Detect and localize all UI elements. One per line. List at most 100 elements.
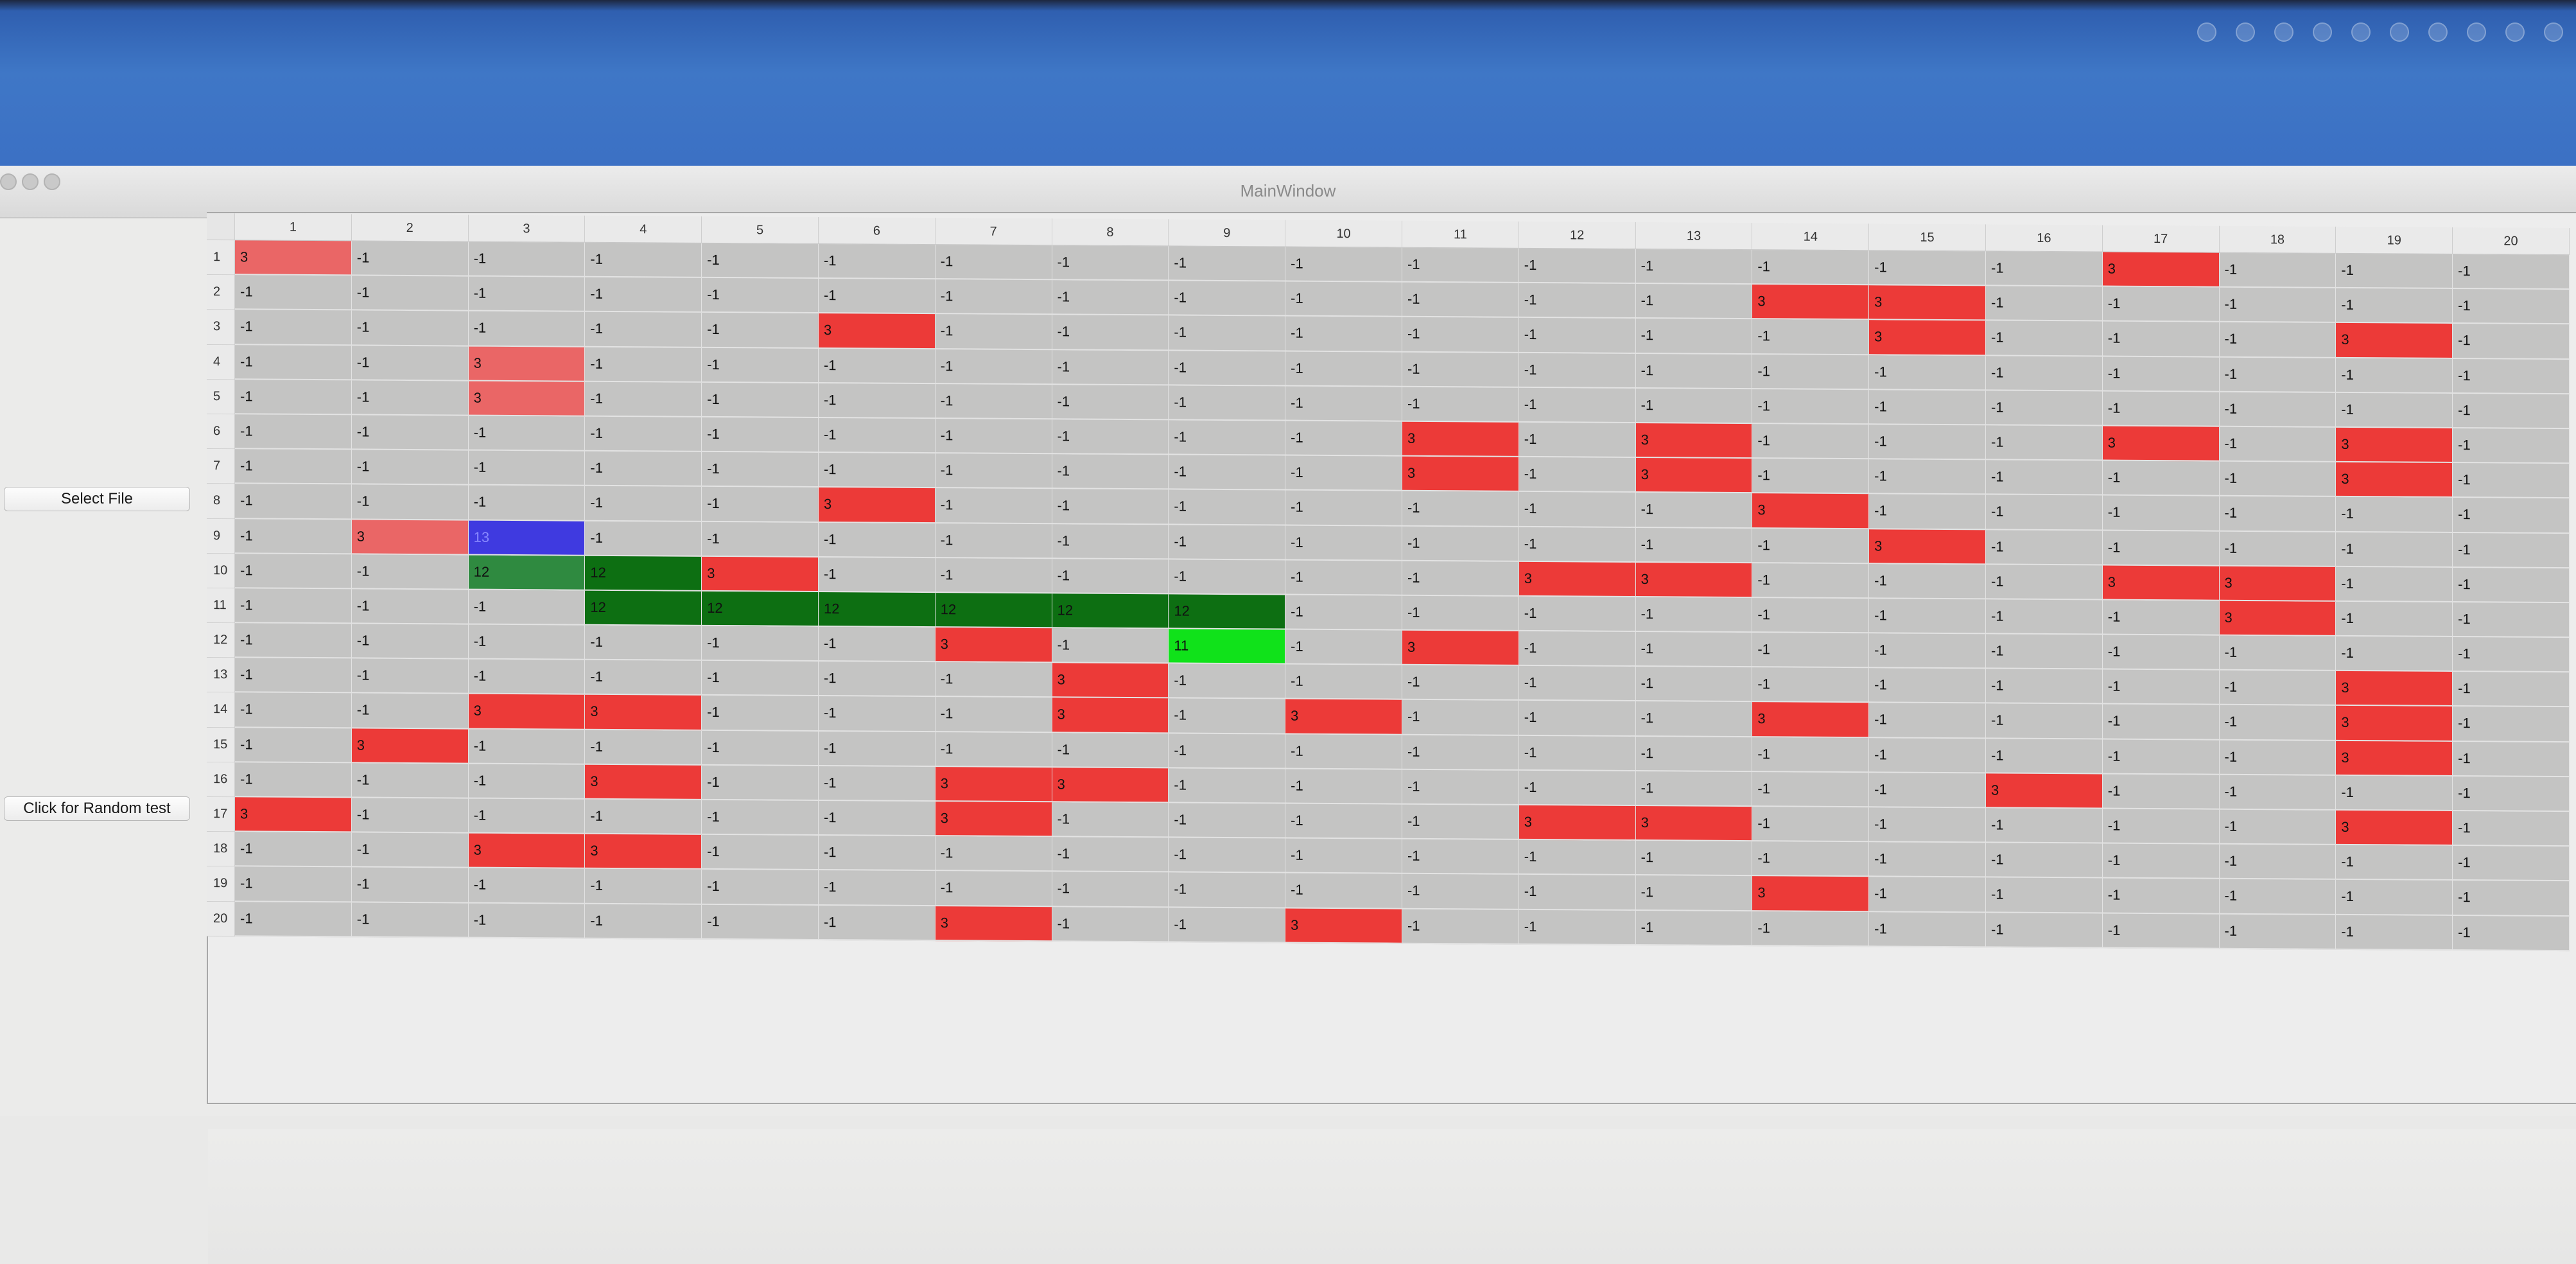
table-cell[interactable]: -1 bbox=[2102, 739, 2220, 775]
table-cell[interactable]: -1 bbox=[1052, 315, 1169, 351]
table-cell[interactable]: -1 bbox=[468, 798, 586, 834]
table-cell[interactable]: -1 bbox=[235, 832, 352, 868]
table-cell[interactable]: -1 bbox=[1869, 494, 1986, 530]
table-cell[interactable]: -1 bbox=[1052, 523, 1169, 560]
table-cell[interactable]: -1 bbox=[935, 419, 1052, 455]
table-cell[interactable]: -1 bbox=[1869, 737, 1986, 774]
table-cell[interactable]: -1 bbox=[935, 662, 1052, 698]
table-cell[interactable]: -1 bbox=[468, 241, 586, 277]
table-cell[interactable]: -1 bbox=[1285, 629, 1402, 665]
table-cell[interactable]: -1 bbox=[2336, 497, 2453, 533]
column-header[interactable]: 18 bbox=[2219, 225, 2337, 254]
table-cell[interactable]: 3 bbox=[585, 764, 702, 800]
table-cell[interactable]: -1 bbox=[585, 312, 702, 348]
table-cell[interactable]: -1 bbox=[2219, 879, 2337, 915]
table-cell[interactable]: -1 bbox=[235, 380, 352, 416]
table-cell[interactable]: -1 bbox=[1985, 460, 2103, 496]
table-cell[interactable]: -1 bbox=[1985, 425, 2103, 461]
column-header[interactable]: 7 bbox=[935, 218, 1052, 246]
table-cell[interactable]: -1 bbox=[2102, 495, 2220, 532]
row-header[interactable]: 17 bbox=[207, 797, 235, 832]
row-header[interactable]: 12 bbox=[207, 623, 235, 658]
table-cell[interactable]: -1 bbox=[1869, 459, 1986, 495]
table-cell[interactable]: -1 bbox=[1752, 841, 1870, 877]
table-cell[interactable]: 12 bbox=[1052, 593, 1169, 629]
status-icon[interactable] bbox=[2467, 22, 2486, 42]
table-cell[interactable]: -1 bbox=[702, 835, 819, 871]
table-cell[interactable]: -1 bbox=[351, 484, 469, 521]
table-cell[interactable]: -1 bbox=[1635, 632, 1753, 668]
table-cell[interactable]: 3 bbox=[1752, 702, 1870, 738]
table-cell[interactable]: -1 bbox=[1169, 733, 1286, 769]
table-cell[interactable]: -1 bbox=[2102, 391, 2220, 427]
table-cell[interactable]: -1 bbox=[1285, 734, 1402, 770]
table-cell[interactable]: -1 bbox=[1752, 633, 1870, 669]
table-cell[interactable]: -1 bbox=[2453, 428, 2570, 464]
table-cell[interactable]: -1 bbox=[1519, 422, 1636, 459]
table-cell[interactable]: 12 bbox=[818, 592, 936, 628]
table-cell[interactable]: -1 bbox=[351, 589, 469, 625]
table-cell[interactable]: -1 bbox=[818, 522, 936, 558]
table-cell[interactable]: 3 bbox=[935, 906, 1052, 942]
row-header[interactable]: 5 bbox=[207, 379, 235, 415]
table-cell[interactable]: -1 bbox=[1169, 489, 1286, 526]
table-cell[interactable]: -1 bbox=[2336, 288, 2453, 324]
table-cell[interactable]: -1 bbox=[351, 310, 469, 347]
table-cell[interactable]: -1 bbox=[1635, 284, 1753, 320]
table-cell[interactable]: -1 bbox=[2219, 635, 2337, 672]
table-cell[interactable]: 3 bbox=[935, 766, 1052, 803]
column-header[interactable]: 13 bbox=[1635, 222, 1753, 250]
table-cell[interactable]: -1 bbox=[1635, 319, 1753, 355]
table-cell[interactable]: -1 bbox=[2336, 358, 2453, 394]
table-cell[interactable]: -1 bbox=[1869, 250, 1986, 286]
table-cell[interactable]: -1 bbox=[1635, 771, 1753, 807]
table-cell[interactable]: -1 bbox=[1752, 737, 1870, 773]
title-bar[interactable]: MainWindow bbox=[0, 166, 2576, 218]
random-test-button[interactable]: Click for Random test bbox=[4, 796, 190, 821]
table-cell[interactable]: -1 bbox=[702, 243, 819, 279]
table-cell[interactable]: -1 bbox=[702, 904, 819, 940]
table-cell[interactable]: -1 bbox=[351, 345, 469, 382]
table-cell[interactable]: -1 bbox=[1869, 355, 1986, 391]
table-cell[interactable]: -1 bbox=[1869, 911, 1986, 948]
table-cell[interactable]: -1 bbox=[2453, 672, 2570, 708]
table-cell[interactable]: 3 bbox=[1052, 698, 1169, 734]
table-cell[interactable]: -1 bbox=[2102, 878, 2220, 915]
table-cell[interactable]: -1 bbox=[1519, 735, 1636, 771]
table-cell[interactable]: -1 bbox=[2453, 289, 2570, 325]
table-cell[interactable]: -1 bbox=[2453, 254, 2570, 290]
table-cell[interactable]: 3 bbox=[2336, 706, 2453, 742]
table-cell[interactable]: -1 bbox=[1402, 387, 1519, 423]
table-cell[interactable]: -1 bbox=[818, 383, 936, 419]
table-cell[interactable]: -1 bbox=[351, 763, 469, 799]
table-cell[interactable]: 3 bbox=[935, 628, 1052, 663]
table-cell[interactable]: -1 bbox=[1169, 315, 1286, 352]
table-cell[interactable]: -1 bbox=[1985, 599, 2103, 635]
table-cell[interactable]: 3 bbox=[2102, 252, 2220, 288]
table-cell[interactable]: -1 bbox=[585, 660, 702, 696]
table-cell[interactable]: -1 bbox=[818, 557, 936, 593]
status-icon[interactable] bbox=[2428, 22, 2448, 42]
table-cell[interactable]: -1 bbox=[2102, 774, 2220, 810]
table-cell[interactable]: -1 bbox=[702, 347, 819, 383]
table-cell[interactable]: -1 bbox=[935, 557, 1052, 594]
row-header[interactable]: 10 bbox=[207, 553, 235, 589]
table-cell[interactable]: 3 bbox=[818, 313, 936, 349]
row-header[interactable]: 1 bbox=[207, 240, 235, 276]
table-cell[interactable]: -1 bbox=[1869, 842, 1986, 878]
table-cell[interactable]: -1 bbox=[935, 349, 1052, 385]
table-cell[interactable]: -1 bbox=[1519, 527, 1636, 563]
table-cell[interactable]: -1 bbox=[2336, 775, 2453, 811]
table-cell[interactable]: -1 bbox=[1285, 873, 1402, 909]
table-cell[interactable]: 3 bbox=[1635, 805, 1753, 842]
table-cell[interactable]: -1 bbox=[235, 449, 352, 485]
table-cell[interactable]: -1 bbox=[1169, 907, 1286, 944]
table-cell[interactable]: -1 bbox=[1519, 701, 1636, 737]
table-cell[interactable]: -1 bbox=[2219, 357, 2337, 393]
table-cell[interactable]: -1 bbox=[1519, 457, 1636, 493]
status-icon[interactable] bbox=[2313, 22, 2332, 42]
table-cell[interactable]: -1 bbox=[1052, 454, 1169, 490]
table-cell[interactable]: -1 bbox=[351, 867, 469, 904]
table-cell[interactable]: -1 bbox=[1869, 877, 1986, 913]
table-cell[interactable]: -1 bbox=[2453, 741, 2570, 777]
